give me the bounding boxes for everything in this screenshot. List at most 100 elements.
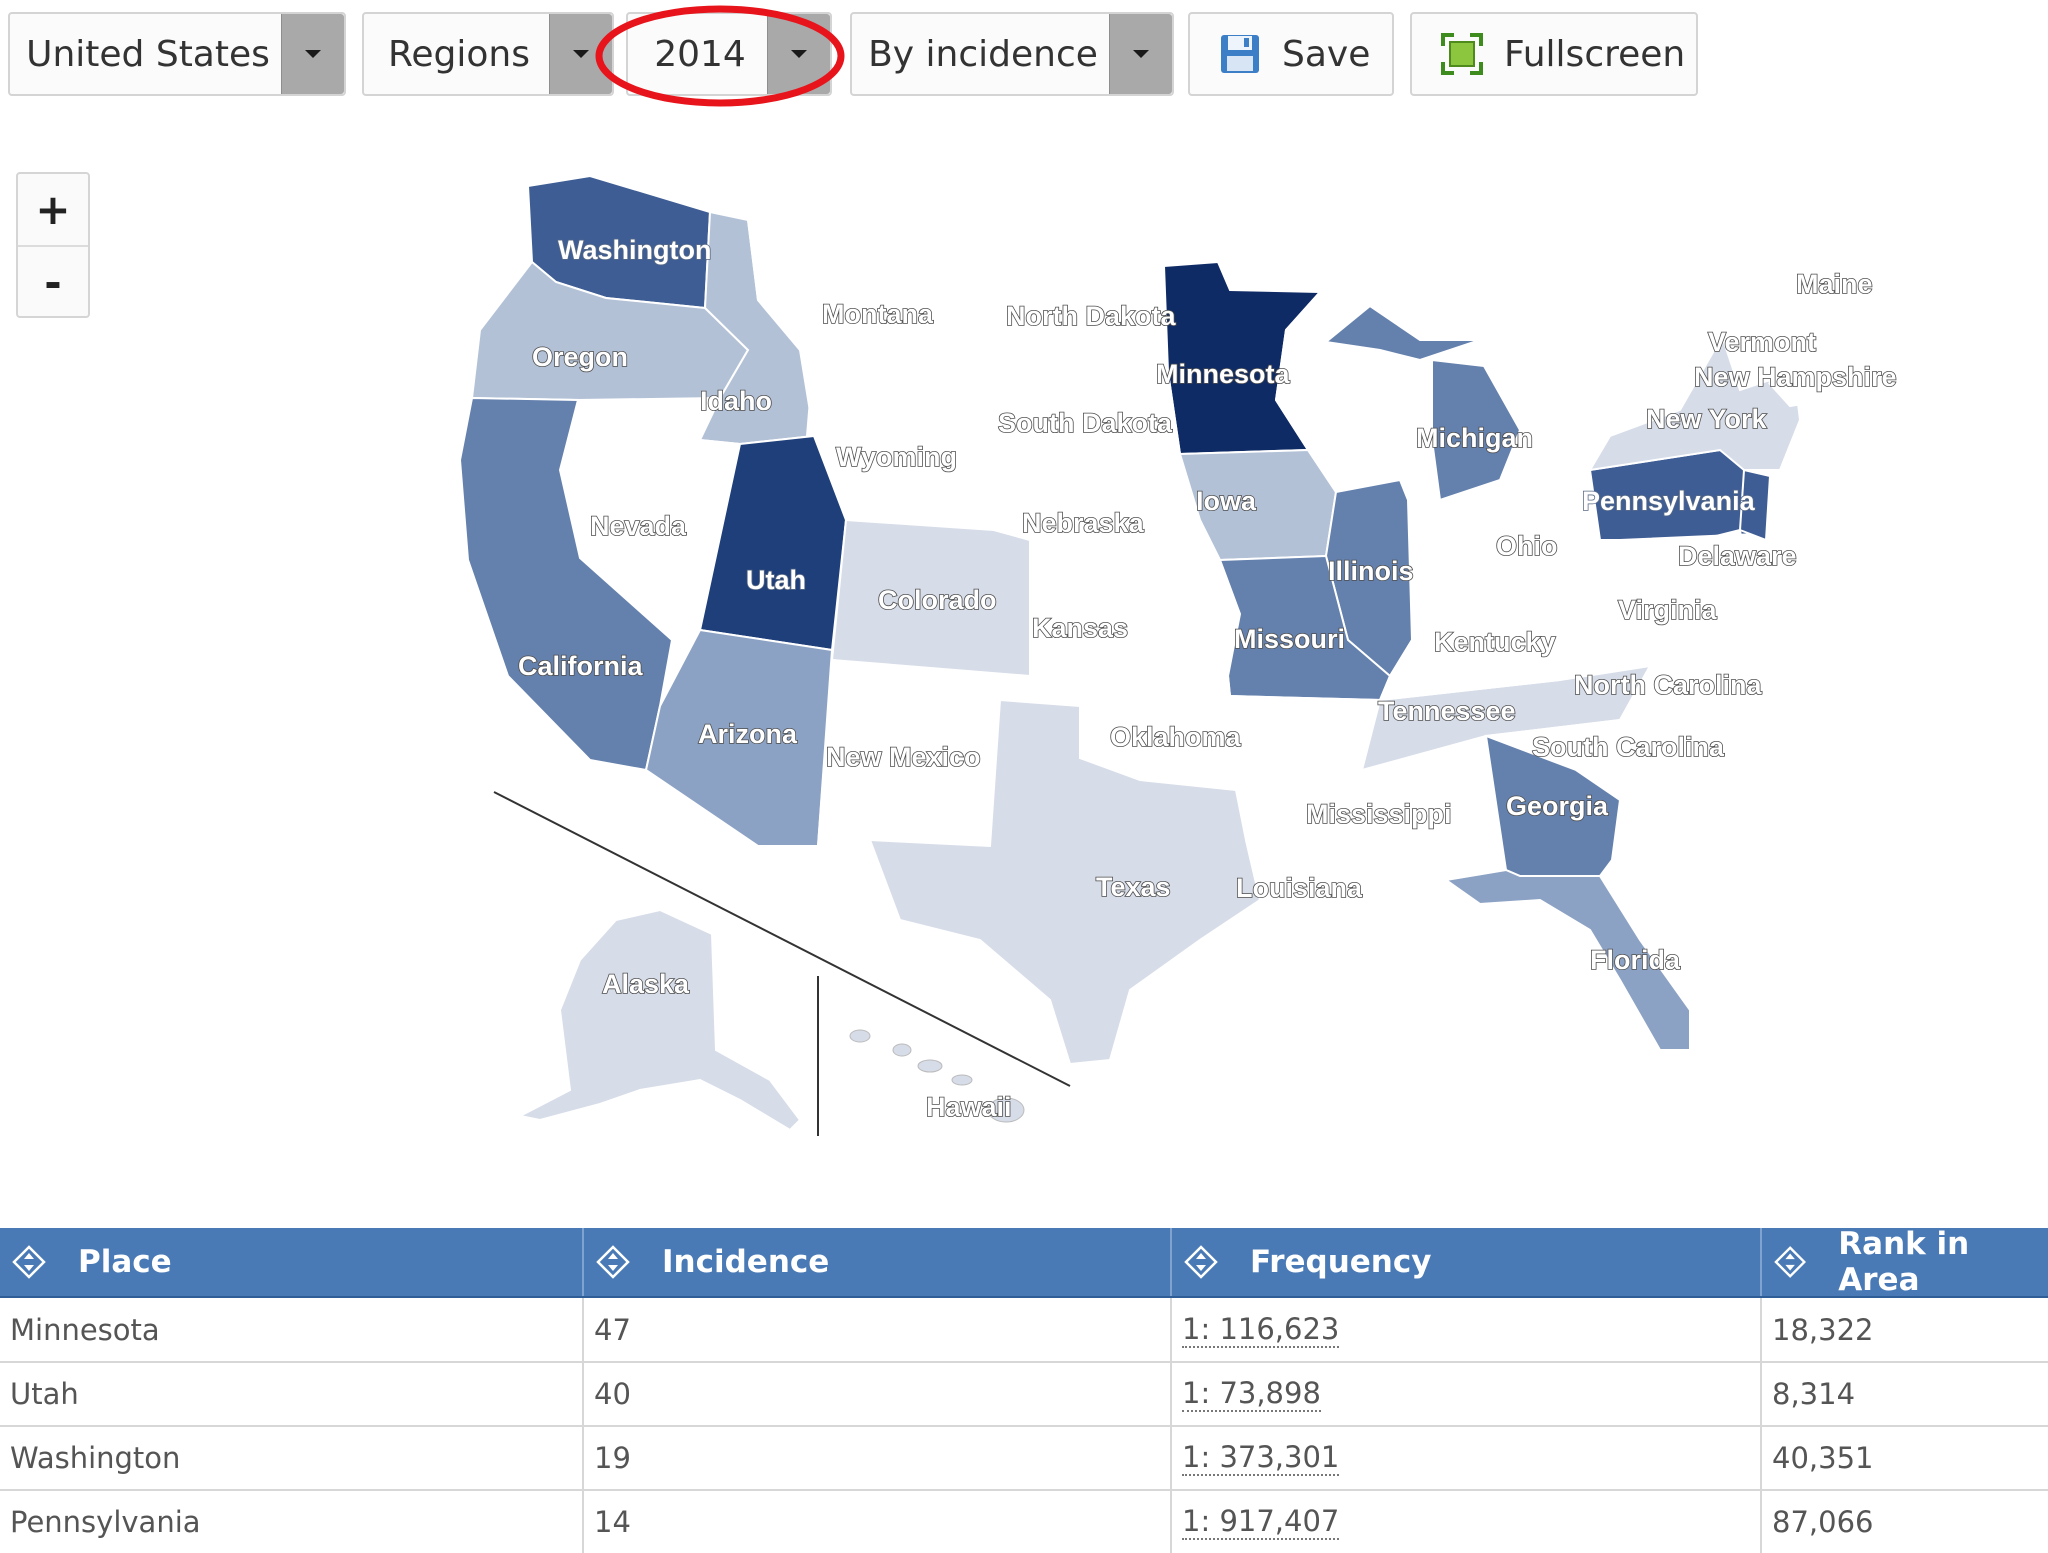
label-georgia: Georgia: [1506, 791, 1609, 821]
cell-frequency: 1: 73,898: [1170, 1362, 1760, 1425]
cell-place: Pennsylvania: [10, 1504, 201, 1539]
label-new-york: New York: [1646, 404, 1768, 434]
column-header-label: Frequency: [1250, 1244, 1432, 1280]
column-header-label: Rank in Area: [1838, 1226, 1970, 1298]
label-florida: Florida: [1590, 945, 1681, 975]
save-button-label: Save: [1282, 33, 1371, 75]
fullscreen-button-label: Fullscreen: [1504, 33, 1686, 75]
cell-place: Washington: [10, 1440, 181, 1475]
column-header-label: Place: [78, 1244, 172, 1280]
table-header: Place Incidence Frequency Rank in Area: [0, 1226, 2048, 1298]
label-hawaii: Hawaii: [926, 1092, 1012, 1122]
label-washington: Washington: [558, 235, 711, 265]
cell-place: Minnesota: [10, 1312, 160, 1347]
label-nebraska: Nebraska: [1022, 508, 1145, 538]
mode-dropdown-label: By incidence: [868, 33, 1098, 75]
us-choropleth-map: Washington Oregon Idaho Montana North Da…: [458, 174, 1897, 1136]
column-header-incidence[interactable]: Incidence: [582, 1228, 1172, 1296]
sort-icon: [12, 1245, 46, 1279]
label-arizona: Arizona: [698, 719, 798, 749]
label-alaska: Alaska: [602, 969, 690, 999]
highlight-circle: [595, 5, 845, 107]
frequency-link[interactable]: 1: 116,623: [1182, 1312, 1340, 1348]
chevron-down-icon: [1133, 50, 1149, 58]
cell-incidence: 47: [582, 1298, 1170, 1361]
label-oklahoma: Oklahoma: [1110, 722, 1242, 752]
label-louisiana: Louisiana: [1236, 873, 1363, 903]
label-south-dakota: South Dakota: [998, 408, 1173, 438]
country-dropdown[interactable]: United States: [8, 12, 346, 96]
label-kentucky: Kentucky: [1434, 627, 1556, 657]
level-dropdown[interactable]: Regions: [362, 12, 614, 96]
label-montana: Montana: [822, 299, 934, 329]
label-michigan: Michigan: [1416, 423, 1533, 453]
label-vermont: Vermont: [1708, 327, 1816, 357]
zoom-out-button[interactable]: -: [18, 245, 88, 318]
label-wyoming: Wyoming: [836, 442, 957, 472]
label-oregon: Oregon: [532, 342, 628, 372]
cell-place: Utah: [10, 1376, 79, 1411]
label-nevada: Nevada: [590, 511, 687, 541]
sort-icon: [1774, 1246, 1807, 1278]
mode-dropdown-arrow[interactable]: [1109, 14, 1172, 94]
cell-incidence: 19: [582, 1426, 1170, 1489]
save-button[interactable]: Save: [1188, 12, 1394, 96]
level-dropdown-label: Regions: [388, 33, 530, 75]
frequency-link[interactable]: 1: 73,898: [1182, 1376, 1321, 1412]
table-row[interactable]: Washington 19 1: 373,301 40,351: [0, 1426, 2048, 1491]
cell-frequency: 1: 917,407: [1170, 1490, 1760, 1553]
column-header-frequency[interactable]: Frequency: [1170, 1228, 1762, 1296]
cell-incidence: 14: [582, 1490, 1170, 1553]
cell-rank: 18,322: [1760, 1298, 2048, 1361]
label-illinois: Illinois: [1328, 556, 1414, 586]
label-idaho: Idaho: [700, 386, 772, 416]
column-header-label: Incidence: [662, 1244, 830, 1280]
label-pennsylvania: Pennsylvania: [1582, 486, 1756, 516]
sort-icon: [596, 1245, 630, 1279]
label-virginia: Virginia: [1618, 595, 1718, 625]
chevron-down-icon: [573, 50, 589, 58]
column-header-place[interactable]: Place: [0, 1228, 582, 1296]
cell-frequency: 1: 373,301: [1170, 1426, 1760, 1489]
cell-rank: 8,314: [1760, 1362, 2048, 1425]
label-minnesota: Minnesota: [1156, 359, 1290, 389]
table-row[interactable]: Minnesota 47 1: 116,623 18,322: [0, 1298, 2048, 1363]
label-texas: Texas: [1096, 872, 1171, 902]
state-indiana[interactable]: [1411, 499, 1486, 644]
frequency-link[interactable]: 1: 373,301: [1182, 1440, 1340, 1476]
label-tennessee: Tennessee: [1378, 696, 1516, 726]
chevron-down-icon: [305, 50, 321, 58]
table-row[interactable]: Utah 40 1: 73,898 8,314: [0, 1362, 2048, 1427]
sort-icon: [1184, 1245, 1218, 1279]
label-iowa: Iowa: [1196, 486, 1257, 516]
cell-frequency: 1: 116,623: [1170, 1298, 1760, 1361]
fullscreen-button[interactable]: Fullscreen: [1410, 12, 1698, 96]
label-north-dakota: North Dakota: [1006, 301, 1176, 331]
fullscreen-icon: [1441, 33, 1483, 75]
label-mississippi: Mississippi: [1306, 799, 1452, 829]
label-utah: Utah: [746, 565, 806, 595]
frequency-link[interactable]: 1: 917,407: [1182, 1504, 1340, 1540]
label-california: California: [518, 651, 644, 681]
label-new-mexico: New Mexico: [826, 742, 981, 772]
label-kansas: Kansas: [1032, 613, 1128, 643]
column-header-rank[interactable]: Rank in Area: [1760, 1226, 2048, 1298]
label-colorado: Colorado: [878, 585, 997, 615]
toolbar: United States Regions 2014 By incidence …: [0, 0, 2048, 110]
label-north-carolina: North Carolina: [1574, 670, 1762, 700]
label-delaware: Delaware: [1678, 541, 1797, 571]
zoom-control: + -: [16, 172, 90, 318]
cell-rank: 87,066: [1760, 1490, 2048, 1553]
country-dropdown-label: United States: [26, 33, 270, 75]
cell-rank: 40,351: [1760, 1426, 2048, 1489]
zoom-in-button[interactable]: +: [18, 174, 88, 245]
label-maine: Maine: [1796, 269, 1873, 299]
label-missouri: Missouri: [1234, 624, 1345, 654]
state-alaska[interactable]: [517, 908, 802, 1132]
mode-dropdown[interactable]: By incidence: [850, 12, 1174, 96]
label-new-hampshire: New Hampshire: [1694, 362, 1897, 392]
table-row[interactable]: Pennsylvania 14 1: 917,407 87,066: [0, 1490, 2048, 1553]
label-south-carolina: South Carolina: [1532, 732, 1725, 762]
cell-incidence: 40: [582, 1362, 1170, 1425]
country-dropdown-arrow[interactable]: [281, 14, 344, 94]
